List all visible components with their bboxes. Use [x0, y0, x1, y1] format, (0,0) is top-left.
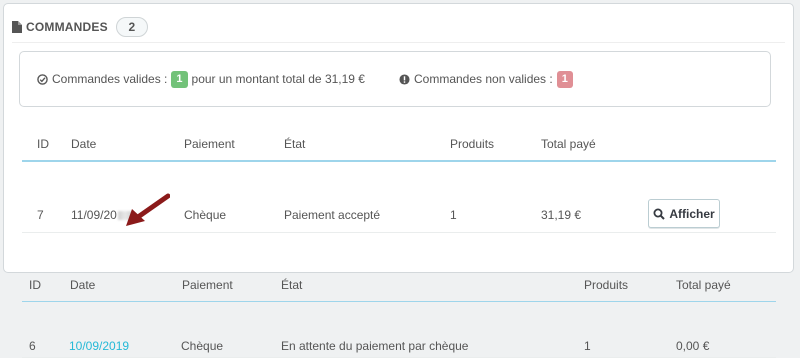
order-date: 11/09/20 — [71, 207, 117, 222]
order-total: 0,00 € — [676, 339, 710, 353]
invalid-orders-summary: Commandes non valides : 1 — [399, 70, 577, 88]
col-date: Date — [71, 136, 97, 151]
order-id: 6 — [29, 339, 36, 353]
orders-table-2-header: ID Date Paiement État Produits Total pay… — [22, 269, 776, 302]
col-payment: Paiement — [182, 278, 233, 292]
col-products: Produits — [584, 278, 629, 292]
order-products: 1 — [450, 207, 457, 222]
valid-orders-total: pour un montant total de 31,19 € — [191, 72, 365, 86]
col-id: ID — [37, 136, 49, 151]
col-state: État — [284, 136, 306, 151]
order-date-link[interactable]: 10/09/2019 — [69, 339, 129, 353]
order-payment: Chèque — [184, 207, 227, 222]
annotation-arrow-icon — [126, 193, 170, 226]
col-payment: Paiement — [184, 136, 235, 151]
valid-orders-summary: Commandes valides : 1 pour un montant to… — [37, 70, 365, 88]
orders-table-header: ID Date Paiement État Produits Total pay… — [22, 127, 776, 162]
order-payment: Chèque — [181, 339, 224, 353]
orders-count-badge: 2 — [115, 17, 148, 37]
col-id: ID — [29, 278, 41, 292]
table-row: 6 10/09/2019 Chèque En attente du paieme… — [22, 335, 776, 358]
exclamation-circle-icon — [399, 73, 410, 85]
col-total: Total payé — [676, 278, 731, 292]
panel-heading: COMMANDES 2 — [12, 12, 785, 43]
order-products: 1 — [584, 339, 591, 353]
search-icon — [653, 208, 666, 220]
invalid-orders-count: 1 — [556, 70, 573, 88]
valid-orders-label: Commandes valides : — [52, 72, 168, 86]
order-state: En attente du paiement par chèque — [281, 339, 469, 353]
invalid-orders-label: Commandes non valides : — [413, 72, 553, 86]
valid-orders-count: 1 — [171, 70, 188, 88]
view-order-button[interactable]: Afficher — [648, 199, 720, 228]
col-state: État — [281, 278, 303, 292]
view-order-label: Afficher — [669, 206, 715, 221]
order-state: Paiement accepté — [284, 207, 381, 222]
check-circle-icon — [37, 73, 48, 85]
order-id: 7 — [37, 207, 44, 222]
col-total: Total payé — [541, 136, 596, 151]
panel-title: COMMANDES — [26, 20, 108, 34]
col-date: Date — [70, 278, 96, 292]
document-icon — [12, 21, 22, 33]
orders-summary: Commandes valides : 1 pour un montant to… — [19, 51, 771, 107]
col-products: Produits — [450, 136, 495, 151]
order-total: 31,19 € — [541, 207, 582, 222]
